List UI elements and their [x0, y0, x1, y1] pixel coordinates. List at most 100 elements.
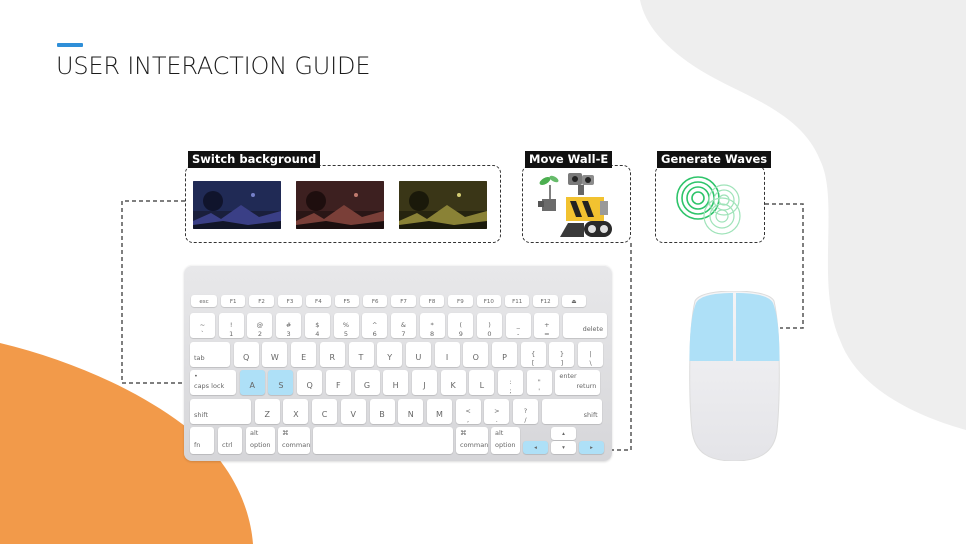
key-8[interactable]: * 8: [419, 313, 445, 338]
key-ctrl[interactable]: ctrl: [218, 427, 242, 454]
key-n[interactable]: N: [398, 399, 424, 424]
key-z[interactable]: Z: [254, 399, 280, 424]
key-key[interactable]: _ -: [505, 313, 531, 338]
key-space[interactable]: [313, 427, 453, 454]
mouse[interactable]: [689, 291, 780, 461]
key-6[interactable]: ^ 6: [362, 313, 388, 338]
key-o[interactable]: O: [463, 342, 489, 367]
key-fn[interactable]: fn: [190, 427, 214, 454]
key-f4[interactable]: F4: [306, 295, 331, 307]
key-arrow-up[interactable]: ▴: [551, 427, 576, 440]
key-i[interactable]: I: [434, 342, 460, 367]
key-f11[interactable]: F11: [505, 295, 530, 307]
key-h[interactable]: H: [383, 370, 409, 395]
key-close-bracket[interactable]: }]: [549, 342, 575, 367]
key-bottom-label: ]: [560, 359, 564, 367]
key-2[interactable]: @2: [247, 313, 273, 338]
key-k[interactable]: K: [440, 370, 466, 395]
key-right-shift[interactable]: shift: [541, 399, 602, 424]
key-open-bracket[interactable]: {[: [520, 342, 546, 367]
key-bottom-label: ': [538, 387, 541, 395]
key-w[interactable]: W: [262, 342, 288, 367]
key-top-label: ⌘: [460, 429, 467, 437]
key-v[interactable]: V: [340, 399, 366, 424]
key-top-label: %: [342, 321, 350, 329]
key-esc[interactable]: esc: [191, 295, 217, 307]
key-s[interactable]: S: [268, 370, 294, 395]
key-q[interactable]: Q: [233, 342, 259, 367]
key-label: F1: [229, 299, 237, 305]
key-j[interactable]: J: [411, 370, 437, 395]
background-thumbnail-blue[interactable]: [193, 181, 281, 229]
key-top-label: +: [544, 321, 550, 329]
key-f10[interactable]: F10: [476, 295, 501, 307]
key-f5[interactable]: F5: [334, 295, 359, 307]
key-label: H: [392, 381, 399, 390]
key-label: R: [329, 353, 336, 362]
mouse-left-button[interactable]: [689, 293, 734, 361]
key-e[interactable]: E: [291, 342, 317, 367]
background-thumbnail-yellow[interactable]: [399, 181, 487, 229]
key-c[interactable]: C: [312, 399, 338, 424]
key-a[interactable]: A: [239, 370, 265, 395]
key-f7[interactable]: F7: [391, 295, 416, 307]
key-arrow-down[interactable]: ▾: [551, 441, 576, 454]
background-thumbnail-red[interactable]: [296, 181, 384, 229]
key-label: S: [278, 381, 284, 390]
key-0[interactable]: ) 0: [477, 313, 502, 338]
key-right-command[interactable]: ⌘ command: [456, 427, 488, 454]
key-left-shift[interactable]: shift: [190, 399, 251, 424]
key-f1[interactable]: F1: [221, 295, 246, 307]
key-f2[interactable]: F2: [249, 295, 274, 307]
key-l[interactable]: L: [469, 370, 495, 395]
key-g[interactable]: G: [354, 370, 380, 395]
key-label: F10: [483, 299, 494, 305]
key-u[interactable]: U: [405, 342, 431, 367]
key-f12[interactable]: F12: [533, 295, 558, 307]
key-4[interactable]: $4: [304, 313, 330, 338]
key-label: esc: [199, 299, 209, 305]
key-9[interactable]: (9: [448, 313, 474, 338]
key-return[interactable]: enter return: [555, 370, 601, 395]
key-q[interactable]: Q: [297, 370, 323, 395]
key-x[interactable]: X: [283, 399, 309, 424]
key-b[interactable]: B: [369, 399, 395, 424]
key-label: N: [407, 410, 414, 419]
key-f8[interactable]: F8: [419, 295, 445, 307]
key-y[interactable]: Y: [377, 342, 403, 367]
key-key[interactable]: + =: [534, 313, 560, 338]
key-delete[interactable]: delete: [563, 313, 608, 338]
key-comma[interactable]: <,: [455, 399, 481, 424]
mouse-right-button[interactable]: [736, 293, 780, 361]
key-label: ▸: [590, 445, 593, 451]
key-quote[interactable]: " ': [526, 370, 552, 395]
key-f3[interactable]: F3: [277, 295, 303, 307]
key-right-option[interactable]: alt option: [491, 427, 520, 454]
key-3[interactable]: #3: [276, 313, 302, 338]
key-slash[interactable]: ? /: [513, 399, 538, 424]
key-7[interactable]: & 7: [390, 313, 416, 338]
key-left-command[interactable]: ⌘ command: [278, 427, 310, 454]
key-t[interactable]: T: [348, 342, 374, 367]
key-period[interactable]: >.: [484, 399, 510, 424]
key-1[interactable]: ! 1: [218, 313, 244, 338]
key-backslash[interactable]: | \: [578, 342, 604, 367]
key-label: E: [301, 353, 307, 362]
key-caps-lock[interactable]: • caps lock: [190, 370, 236, 395]
key-f6[interactable]: F6: [363, 295, 388, 307]
key-key[interactable]: ~ `: [190, 313, 215, 338]
key-bottom-label: =: [544, 330, 550, 338]
key-p[interactable]: P: [492, 342, 517, 367]
key-r[interactable]: R: [319, 342, 345, 367]
key-key[interactable]: ⏏: [561, 295, 587, 307]
key-m[interactable]: M: [426, 399, 452, 424]
key-semicolon[interactable]: :;: [498, 370, 523, 395]
key-tab[interactable]: tab: [190, 342, 230, 367]
key-f[interactable]: F: [325, 370, 351, 395]
key-f9[interactable]: F9: [448, 295, 473, 307]
key-arrow-right[interactable]: ▸: [579, 441, 604, 454]
key-label: F2: [258, 299, 265, 305]
key-arrow-left[interactable]: ◂: [523, 441, 548, 454]
key-left-option[interactable]: alt option: [246, 427, 275, 454]
key-5[interactable]: % 5: [333, 313, 359, 338]
